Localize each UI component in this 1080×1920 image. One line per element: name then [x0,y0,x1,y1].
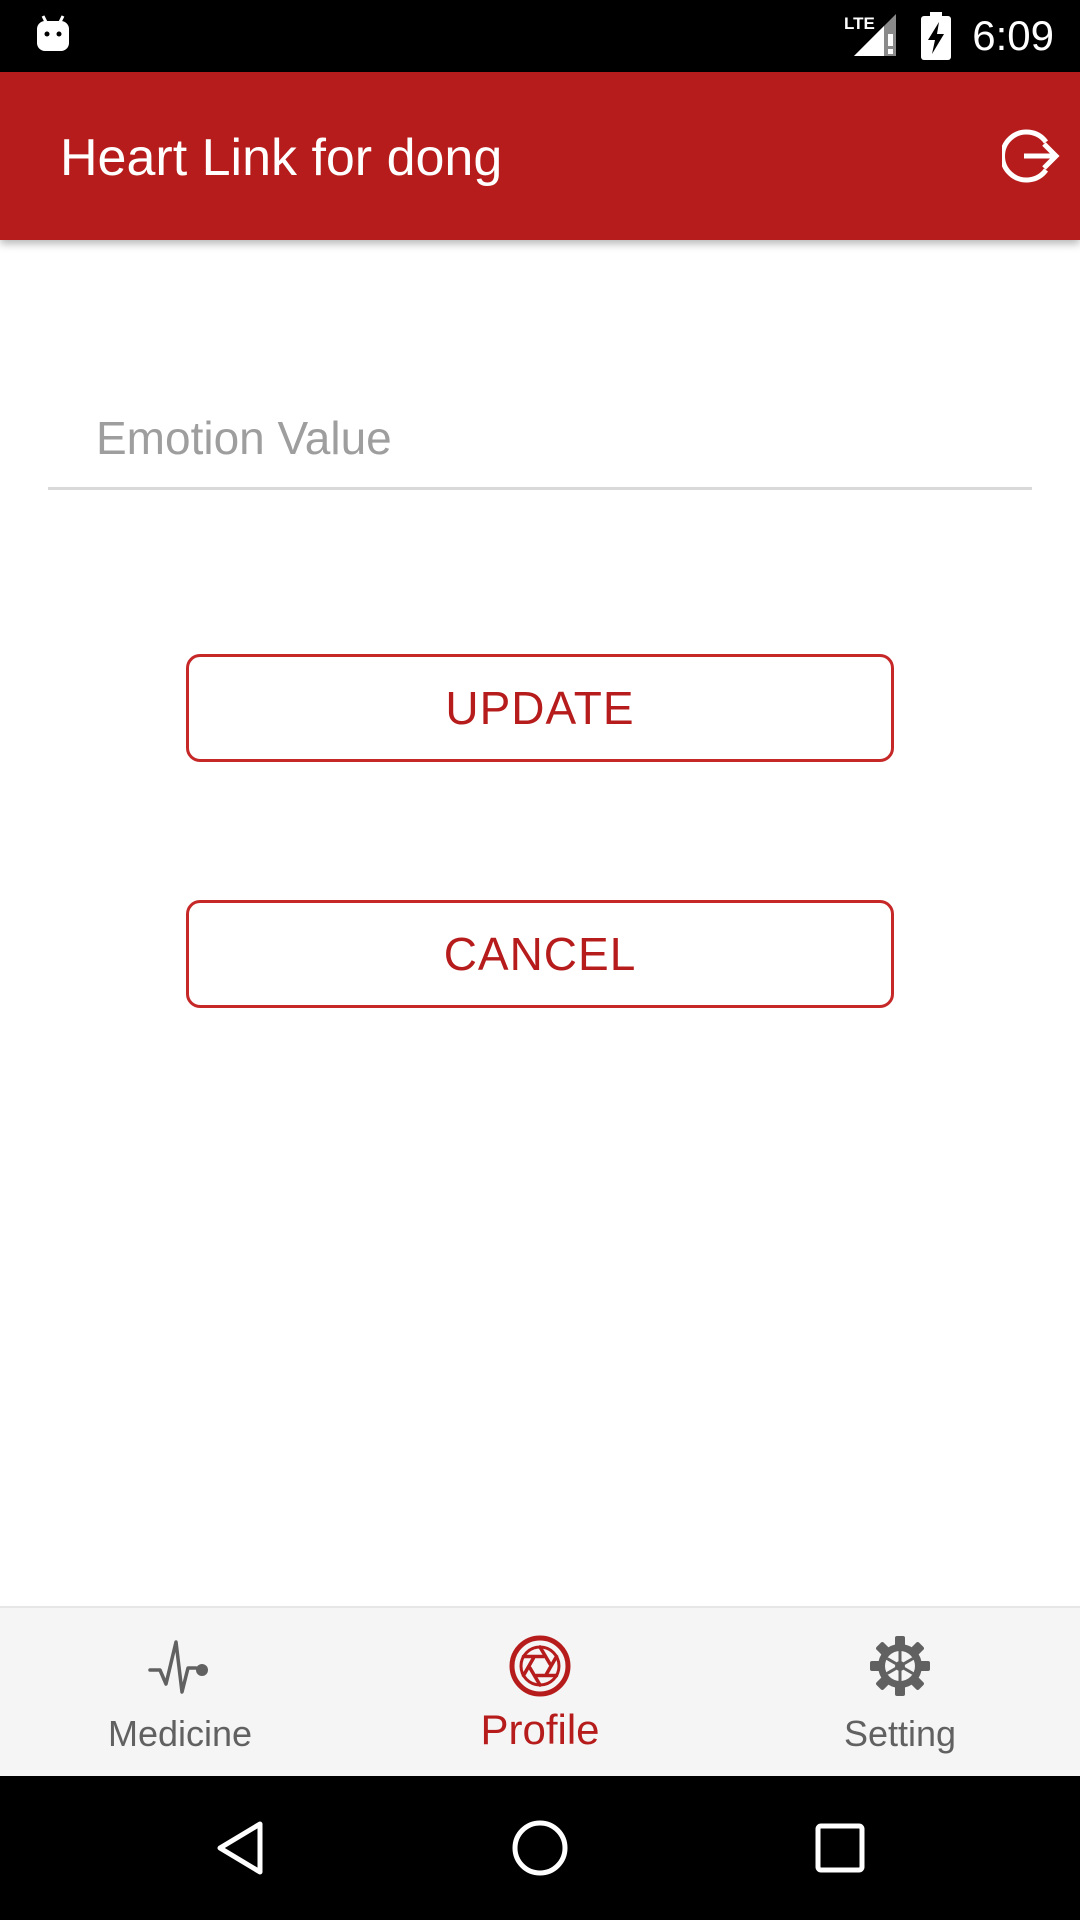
recents-icon[interactable] [804,1812,876,1884]
bottom-navigation: Medicine Profile Setting [0,1606,1080,1776]
update-button-label: UPDATE [445,682,635,734]
battery-charging-icon [921,12,951,60]
emotion-value-field [48,392,1032,490]
app-title: Heart Link for dong [60,129,503,187]
heartbeat-icon [148,1640,208,1694]
nav-item-setting[interactable]: Setting [720,1608,1080,1778]
system-navigation-bar [0,1776,1080,1920]
nav-item-profile[interactable]: Profile [360,1608,720,1778]
update-button[interactable]: UPDATE [186,654,894,762]
nav-label-profile: Profile [480,1706,600,1753]
nav-label-medicine: Medicine [107,1713,253,1754]
status-bar: LTE 6:09 [0,0,1080,72]
lte-label: LTE [844,14,875,33]
emotion-value-input[interactable] [96,406,996,470]
gear-icon [870,1636,930,1696]
app-bar: Heart Link for dong [0,72,1080,240]
nav-item-medicine[interactable]: Medicine [0,1608,360,1778]
aperture-icon [509,1635,571,1697]
cancel-button[interactable]: CANCEL [186,900,894,1008]
lte-signal-icon: LTE [844,14,896,56]
clock: 6:09 [972,12,1054,59]
android-notification-icon [37,15,69,51]
logout-icon[interactable] [1002,126,1062,186]
back-icon[interactable] [204,1812,276,1884]
nav-label-setting: Setting [843,1713,957,1754]
cancel-button-label: CANCEL [443,928,637,980]
home-icon[interactable] [504,1812,576,1884]
screen: LTE 6:09 Heart Link for dong UPDATE CANC… [0,0,1080,1920]
